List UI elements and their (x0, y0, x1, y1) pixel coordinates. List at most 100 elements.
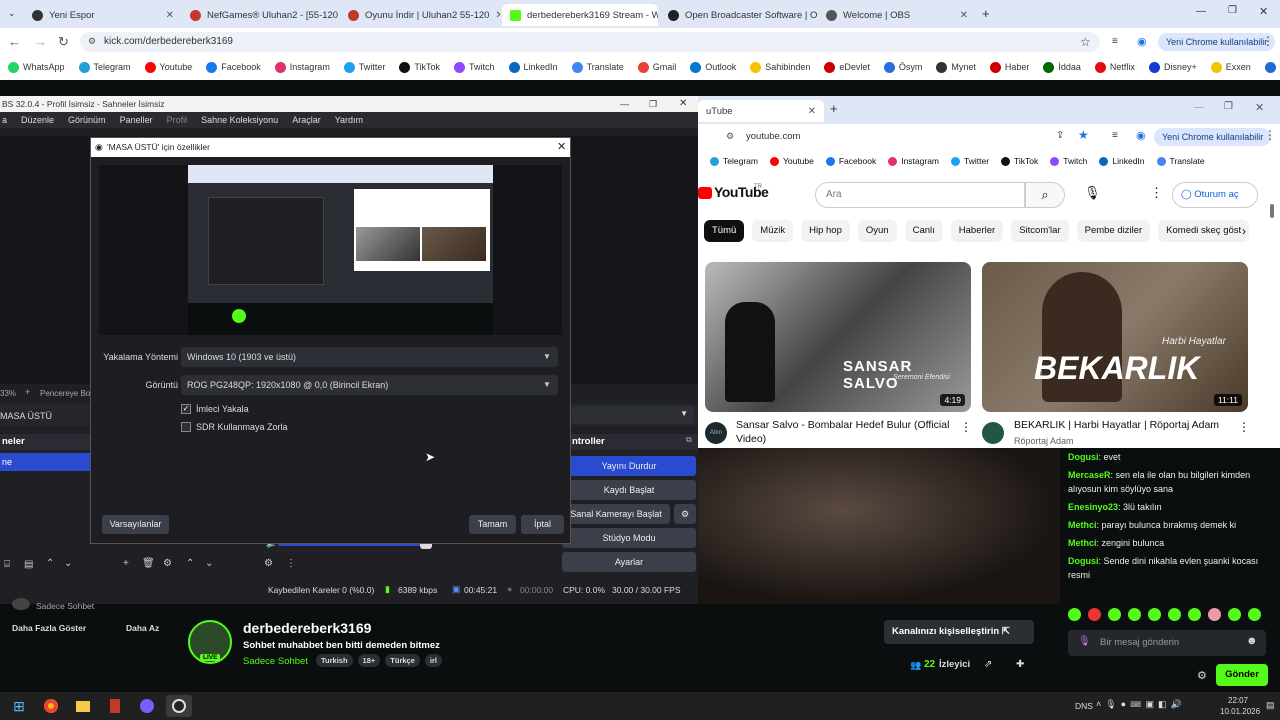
emote-icon[interactable] (1248, 608, 1261, 621)
bookmark-item[interactable]: Exxen (1210, 61, 1251, 73)
scene-item-selected[interactable]: ne (0, 453, 90, 471)
start-icon[interactable]: ⊞ (6, 695, 32, 717)
maximize-icon[interactable]: ❐ (1224, 101, 1233, 112)
channel-avatar[interactable] (982, 422, 1004, 444)
customize-channel-button[interactable]: Kanalınızı kişiselleştirin ⇱ (884, 620, 1034, 644)
emote-icon[interactable] (1168, 608, 1181, 621)
studio-mode-button[interactable]: Stüdyo Modu (562, 528, 696, 548)
mixer-settings-icon[interactable]: ⚙ (264, 558, 273, 569)
emote-icon[interactable] (1228, 608, 1241, 621)
tag-chip[interactable]: Türkçe (385, 654, 420, 667)
close-icon[interactable]: ✕ (808, 106, 816, 117)
tab-search-icon[interactable]: ≡ (1112, 130, 1118, 141)
youtube-url[interactable]: youtube.com (746, 131, 800, 142)
move-down-icon[interactable]: ⌄ (205, 558, 213, 569)
bookmark-item[interactable]: BluTV (1264, 61, 1280, 73)
ok-button[interactable]: Tamam (469, 515, 516, 534)
new-tab-icon[interactable]: + (830, 101, 838, 116)
bookmark-item[interactable]: Twitch (454, 61, 495, 73)
sidebar-avatar[interactable] (12, 598, 30, 610)
close-window-icon[interactable]: ✕ (1259, 5, 1268, 18)
browser-tab[interactable]: Yeni Espor ✕ (24, 4, 182, 26)
defaults-button[interactable]: Varsayılanlar (102, 515, 169, 534)
filter-icon[interactable]: ⌸ (4, 559, 10, 570)
filter-chip[interactable]: Tümü (704, 220, 745, 242)
youtube-logo-icon[interactable] (698, 187, 712, 199)
send-button[interactable]: Gönder (1216, 664, 1268, 686)
mic-icon[interactable]: 🎙 (1084, 185, 1101, 201)
explorer-icon[interactable] (70, 695, 96, 717)
youtube-search-button[interactable]: ⌕ (1025, 182, 1065, 208)
tag-chip[interactable]: 18+ (357, 654, 381, 667)
filter-chip[interactable]: Haberler (950, 220, 1004, 242)
maximize-icon[interactable]: ❐ (649, 96, 657, 112)
channel-avatar[interactable]: Altın (705, 422, 727, 444)
maximize-icon[interactable]: ❐ (1228, 5, 1237, 16)
source-properties-icon[interactable]: ⚙ (163, 558, 172, 569)
share-icon[interactable]: ⇪ (1056, 130, 1064, 141)
video-thumbnail[interactable]: Harbi Hayatlar BEKARLIK 11:11 (982, 262, 1248, 412)
bookmark-item[interactable]: Facebook (206, 61, 261, 73)
language-indicator[interactable]: DNS (1075, 701, 1093, 711)
add-friend-icon[interactable]: ✚ (1016, 659, 1024, 670)
tray-icons[interactable]: ˄🎙●⌨▣◧🔊 (1096, 699, 1186, 710)
obs-menu-item[interactable]: Düzenle (21, 115, 54, 125)
bookmark-item[interactable]: Translate (1156, 156, 1205, 166)
minimize-icon[interactable]: — (1194, 102, 1204, 113)
bookmark-item[interactable]: Ösym (883, 61, 922, 73)
youtube-tab[interactable]: uTube ✕ (698, 100, 824, 122)
bookmark-item[interactable]: İddaa (1043, 61, 1081, 73)
force-sdr-checkbox[interactable]: SDR Kullanmaya Zorla (181, 422, 288, 432)
add-source-icon[interactable]: + (123, 558, 129, 569)
youtube-search-input[interactable]: Ara (815, 182, 1025, 208)
bookmark-item[interactable]: TikTok (399, 61, 440, 73)
bookmark-item[interactable]: TikTok (1001, 156, 1038, 166)
emote-icon[interactable] (1068, 608, 1081, 621)
bookmark-item[interactable]: Gmail (637, 61, 676, 73)
checkbox-unchecked[interactable] (181, 422, 191, 432)
capture-method-select[interactable]: Windows 10 (1903 ve üstü) ▼ (181, 347, 558, 367)
bookmark-item[interactable]: Youtube (769, 156, 814, 166)
close-icon[interactable]: ✕ (166, 10, 174, 21)
obs-menu-item[interactable]: Yardım (335, 115, 363, 125)
emote-icon[interactable] (1208, 608, 1221, 621)
obs-menu-item[interactable]: Araçlar (292, 115, 321, 125)
sidebar-category[interactable]: Sadece Sohbet (36, 601, 94, 611)
more-icon[interactable]: ⋮ (286, 558, 296, 569)
chrome-icon[interactable] (38, 695, 64, 717)
scrollbar[interactable] (1270, 204, 1274, 218)
close-icon[interactable]: ✕ (495, 10, 500, 21)
bookmark-item[interactable]: Haber (989, 61, 1029, 73)
bookmark-item[interactable]: Telegram (78, 61, 131, 73)
bookmark-item[interactable]: Twitter (951, 156, 989, 166)
share-icon[interactable]: ⇗ (984, 659, 992, 670)
filter-chip[interactable]: Pembe diziler (1076, 220, 1151, 242)
filter-chip[interactable]: Hip hop (801, 220, 850, 242)
checkbox-checked[interactable]: ✓ (181, 404, 191, 414)
video-title[interactable]: Sansar Salvo - Bombalar Hedef Bulur (Off… (736, 418, 964, 446)
profile-icon[interactable]: ◉ (1136, 129, 1146, 142)
bookmark-item[interactable]: Outlook (690, 61, 736, 73)
more-icon[interactable]: ⋮ (960, 420, 972, 434)
bookmark-item[interactable]: Youtube (144, 61, 192, 73)
move-down-icon[interactable]: ⌄ (64, 558, 72, 569)
update-chrome-button[interactable]: Yeni Chrome kullanılabilir (1154, 128, 1272, 146)
chat-username[interactable]: Dogusi (1068, 556, 1099, 566)
bookmark-item[interactable]: Translate (571, 61, 624, 73)
streamer-name[interactable]: derbedereberk3169 (243, 620, 371, 636)
bookmark-item[interactable]: Mynet (936, 61, 976, 73)
obs-menu-item[interactable]: Paneller (120, 115, 153, 125)
obs-menu-item[interactable]: a (2, 115, 7, 125)
mic-icon[interactable]: 🎙 (1078, 636, 1091, 647)
bookmark-item[interactable]: Facebook (825, 156, 876, 166)
more-icon[interactable]: ⋮ (1150, 185, 1163, 201)
settings-button[interactable]: Ayarlar (562, 552, 696, 572)
browser-tab[interactable]: NefGames® Uluhan2 - [55-120✕ (182, 4, 340, 26)
obs-menu-item[interactable]: Sahne Koleksiyonu (201, 115, 278, 125)
menu-icon[interactable]: ⋮ (1264, 128, 1276, 142)
clock-date[interactable]: 10.01.2026 (1220, 707, 1260, 716)
minimize-icon[interactable]: — (1196, 6, 1206, 17)
show-less-link[interactable]: Daha Az (126, 623, 159, 633)
bookmark-item[interactable]: eDevlet (824, 61, 870, 73)
bookmark-item[interactable]: WhatsApp (8, 61, 65, 73)
